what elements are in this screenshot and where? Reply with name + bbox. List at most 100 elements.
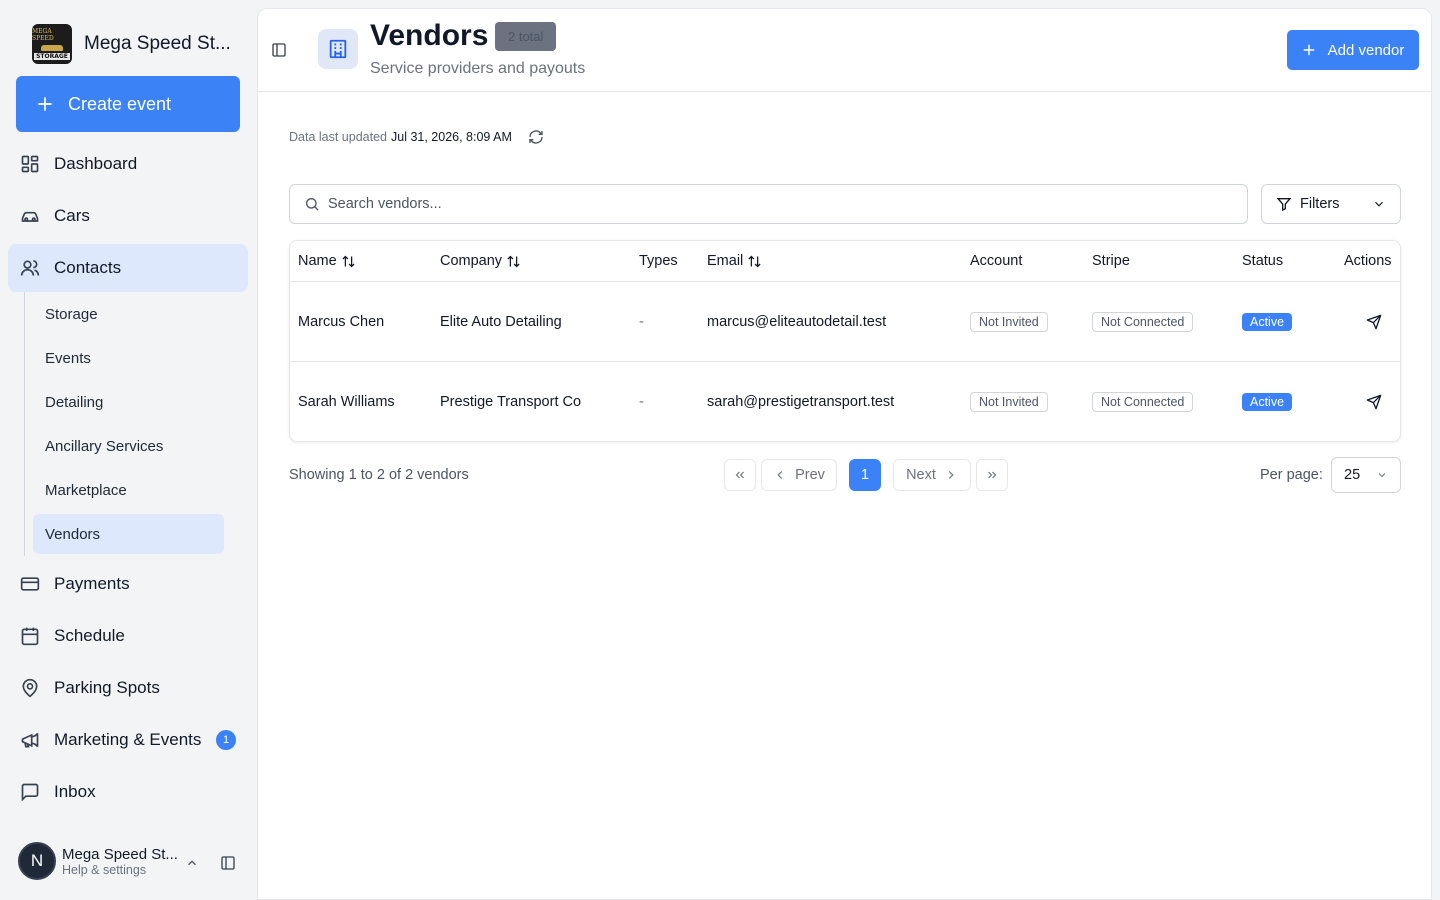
col-company-label: Company [440, 253, 503, 269]
avatar: N [18, 842, 56, 880]
data-updated: Data last updated Jul 31, 2026, 8:09 AM [289, 129, 544, 145]
send-icon[interactable] [1366, 314, 1382, 330]
filter-icon [1276, 198, 1292, 212]
car-icon [21, 211, 39, 222]
cell-types: - [639, 313, 644, 330]
updated-value: Jul 31, 2026, 8:09 AM [391, 130, 512, 144]
nav-schedule-label: Schedule [54, 626, 125, 645]
page-1-button[interactable]: 1 [849, 459, 881, 491]
col-status-label: Status [1242, 253, 1284, 269]
sub-marketplace[interactable]: Marketplace [33, 470, 224, 510]
prev-page-button[interactable]: Prev [761, 459, 837, 491]
col-status: Status [1242, 253, 1283, 269]
nav-schedule[interactable]: Schedule [8, 612, 248, 660]
nav-marketing-label: Marketing & Events [54, 730, 202, 749]
chevron-left-icon [777, 471, 783, 479]
cell-actions [1366, 314, 1382, 330]
first-page-button[interactable] [724, 459, 756, 491]
per-page-label: Per page: [1260, 467, 1323, 483]
prev-label: Prev [795, 467, 825, 483]
create-event-button[interactable]: Create event [16, 76, 240, 132]
account-badge: Not Invited [970, 392, 1048, 412]
chevrons-left-icon [735, 471, 744, 479]
col-name-label: Name [298, 253, 337, 269]
nav-dashboard[interactable]: Dashboard [8, 140, 248, 188]
cell-name: Marcus Chen [298, 313, 385, 330]
filters-button[interactable]: Filters [1261, 184, 1401, 224]
nav-parking-label: Parking Spots [54, 678, 160, 697]
nav-payments[interactable]: Payments [8, 560, 248, 608]
status-badge: Active [1242, 393, 1293, 411]
sub-detailing[interactable]: Detailing [33, 382, 224, 422]
cell-email: sarah@prestigetransport.test [707, 394, 895, 410]
add-vendor-label: Add vendor [1327, 41, 1405, 59]
send-icon[interactable] [1366, 394, 1382, 410]
marketing-badge: 1 [216, 730, 236, 750]
submenu-line [24, 292, 25, 556]
brand[interactable]: MEGA SPEED STORAGE Mega Speed St... [32, 24, 231, 64]
col-name[interactable]: Name [298, 253, 356, 269]
chevron-up-icon[interactable] [185, 856, 199, 870]
refresh-icon[interactable] [528, 129, 544, 145]
nav-inbox[interactable]: Inbox [8, 768, 248, 816]
sidebar: MEGA SPEED STORAGE Mega Speed St... Crea… [0, 0, 256, 900]
add-vendor-button[interactable]: Add vendor [1287, 30, 1419, 70]
status-badge: Active [1242, 312, 1293, 331]
credit-card-icon [20, 577, 40, 591]
per-page-select[interactable]: 25 [1331, 457, 1401, 493]
nav-inbox-label: Inbox [54, 782, 96, 801]
dashboard-icon [21, 155, 39, 173]
col-account: Account [970, 253, 1022, 269]
total-badge: 2 total [495, 22, 557, 51]
sub-vendors[interactable]: Vendors [33, 514, 224, 554]
total-badge-text: 2 total [508, 29, 544, 44]
sub-events[interactable]: Events [33, 338, 224, 378]
sidebar-toggle-icon[interactable] [220, 855, 236, 871]
chevron-down-icon [1375, 201, 1383, 207]
col-types-label: Types [639, 253, 678, 269]
stripe-badge: Not Connected [1092, 392, 1194, 412]
map-pin-icon [22, 678, 38, 698]
table-row[interactable]: Marcus Chen Elite Auto Detailing - marcu… [290, 282, 1400, 362]
cell-actions [1366, 394, 1382, 410]
search-box[interactable] [289, 184, 1248, 224]
next-page-button[interactable]: Next [893, 459, 971, 491]
col-stripe: Stripe [1092, 253, 1130, 269]
sub-ancillary[interactable]: Ancillary Services [33, 426, 224, 466]
account-badge: Not Invited [970, 311, 1048, 332]
cell-name: Sarah Williams [298, 394, 395, 410]
sort-icon [342, 255, 355, 267]
cell-types: - [639, 394, 644, 410]
page-header: Vendors 2 total Service providers and pa… [258, 9, 1431, 92]
filters-label: Filters [1300, 196, 1340, 212]
nav-marketing[interactable]: Marketing & Events 1 [8, 716, 248, 764]
chevrons-right-icon [988, 471, 997, 479]
nav-payments-label: Payments [54, 574, 130, 593]
cell-account: Not Invited [970, 311, 1048, 332]
panel-toggle-icon[interactable] [271, 42, 287, 58]
search-icon [306, 198, 319, 211]
brand-logo: MEGA SPEED STORAGE [32, 24, 72, 64]
col-email[interactable]: Email [707, 253, 762, 269]
nav-parking[interactable]: Parking Spots [8, 664, 248, 712]
search-input[interactable] [328, 196, 1247, 212]
col-actions-label: Actions [1344, 253, 1392, 269]
user-menu[interactable]: N Mega Speed St... Help & settings [18, 842, 178, 880]
plus-icon [1303, 44, 1315, 56]
nav-cars[interactable]: Cars [8, 192, 248, 240]
nav-dashboard-label: Dashboard [54, 154, 138, 173]
create-event-label: Create event [68, 93, 172, 114]
chevron-right-icon [948, 471, 954, 479]
last-page-button[interactable] [976, 459, 1008, 491]
showing-count: Showing 1 to 2 of 2 vendors [289, 467, 469, 483]
nav-contacts[interactable]: Contacts [8, 244, 248, 292]
stripe-badge: Not Connected [1092, 311, 1194, 332]
col-actions: Actions [1344, 253, 1392, 269]
logo-text-top: MEGA SPEED [32, 28, 54, 43]
sub-storage[interactable]: Storage [33, 294, 224, 334]
table-row[interactable]: Sarah Williams Prestige Transport Co - s… [290, 362, 1400, 442]
cell-email: marcus@eliteautodetail.test [707, 313, 887, 330]
cell-account: Not Invited [970, 392, 1048, 412]
users-icon [20, 260, 40, 276]
col-company[interactable]: Company [440, 253, 521, 269]
